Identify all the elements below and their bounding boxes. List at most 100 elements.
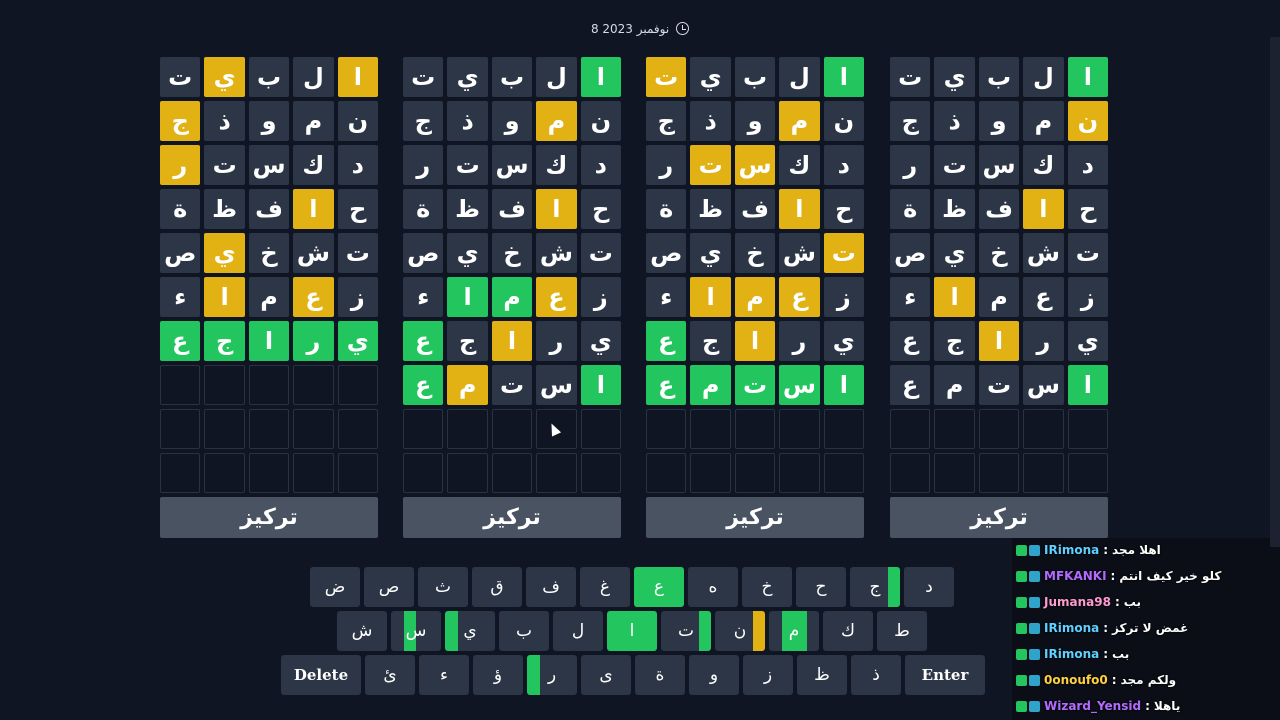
enter-key[interactable]: Enter	[905, 655, 985, 695]
guess-row: يراجع	[646, 321, 864, 361]
chat-text: ياهلا	[1153, 699, 1181, 713]
guess-row: دكستر	[403, 145, 621, 185]
guess-row	[646, 453, 864, 493]
letter-key[interactable]: ظ	[797, 655, 847, 695]
letter-key[interactable]: ق	[472, 567, 522, 607]
letter-tile: م	[934, 365, 975, 405]
chat-username[interactable]: IRimona	[1044, 647, 1099, 661]
focus-button[interactable]: تركيز	[646, 497, 864, 538]
letter-key[interactable]: ع	[634, 567, 684, 607]
letter-tile: ت	[734, 365, 776, 405]
letter-key[interactable]: ج	[850, 567, 900, 607]
chat-overlay: IRimona: اهلا مجد MFKANKI: كلو خير كيف انتم…	[1012, 538, 1280, 720]
letter-key[interactable]: ء	[419, 655, 469, 695]
letter-tile: ا	[447, 277, 488, 317]
letter-key[interactable]: ز	[743, 655, 793, 695]
letter-key[interactable]: ا	[607, 611, 657, 651]
letter-key[interactable]: ن	[715, 611, 765, 651]
letter-key[interactable]: ح	[796, 567, 846, 607]
letter-tile: ت	[646, 57, 687, 97]
letter-tile: ع	[1023, 277, 1064, 317]
letter-tile: خ	[734, 233, 776, 273]
letter-tile: ص	[890, 233, 931, 273]
letter-tile: خ	[491, 233, 533, 273]
letter-key[interactable]: ة	[635, 655, 685, 695]
chat-username[interactable]: IRimona	[1044, 621, 1099, 635]
letter-key[interactable]: ث	[418, 567, 468, 607]
letter-key[interactable]: ي	[445, 611, 495, 651]
letter-key[interactable]: ط	[877, 611, 927, 651]
letter-key[interactable]: ل	[553, 611, 603, 651]
letter-tile: م	[536, 101, 577, 141]
letter-tile: ظ	[690, 189, 731, 229]
letter-tile: و	[978, 101, 1020, 141]
focus-button[interactable]: تركيز	[890, 497, 1108, 538]
guess-row: نموذج	[646, 101, 864, 141]
delete-key[interactable]: Delete	[281, 655, 361, 695]
letter-key[interactable]: ص	[364, 567, 414, 607]
letter-tile: ف	[978, 189, 1020, 229]
chat-username[interactable]: MFKANKI	[1044, 569, 1107, 583]
letter-tile: د	[1067, 145, 1108, 185]
empty-tile	[580, 453, 621, 493]
guess-row: نموذج	[890, 101, 1108, 141]
letter-key[interactable]: ت	[661, 611, 711, 651]
letter-key[interactable]: س	[391, 611, 441, 651]
badge-icons	[1016, 648, 1040, 660]
letter-key[interactable]: غ	[580, 567, 630, 607]
letter-tile: ظ	[204, 189, 245, 229]
empty-tile	[779, 453, 820, 493]
guess-row	[403, 409, 621, 449]
letter-key[interactable]: ؤ	[473, 655, 523, 695]
letter-key[interactable]: ب	[499, 611, 549, 651]
letter-key[interactable]: ه	[688, 567, 738, 607]
letter-tile: ا	[978, 321, 1020, 361]
focus-button[interactable]: تركيز	[160, 497, 378, 538]
letter-tile: س	[1023, 365, 1064, 405]
empty-tile	[248, 409, 290, 449]
letter-tile: ذ	[690, 101, 731, 141]
letter-tile: ا	[934, 277, 975, 317]
letter-key[interactable]: ف	[526, 567, 576, 607]
letter-key[interactable]: ك	[823, 611, 873, 651]
letter-key[interactable]: ش	[337, 611, 387, 651]
guess-row: يراجع	[160, 321, 378, 361]
letter-key[interactable]: ئ	[365, 655, 415, 695]
empty-tile	[337, 365, 378, 405]
empty-tile	[447, 409, 488, 449]
letter-key[interactable]: ذ	[851, 655, 901, 695]
letter-tile: ي	[447, 233, 488, 273]
letter-key[interactable]: خ	[742, 567, 792, 607]
letter-tile: ة	[403, 189, 444, 229]
letter-tile: ي	[337, 321, 378, 361]
letter-tile: ر	[1023, 321, 1064, 361]
letter-tile: ل	[1023, 57, 1064, 97]
letter-tile: ش	[536, 233, 577, 273]
letter-key[interactable]: و	[689, 655, 739, 695]
scrollbar[interactable]	[1270, 37, 1280, 547]
empty-tile	[248, 453, 290, 493]
chat-username[interactable]: IRimona	[1044, 543, 1099, 557]
letter-key[interactable]: د	[904, 567, 954, 607]
guess-row: تشخيص	[890, 233, 1108, 273]
letter-tile: ا	[248, 321, 290, 361]
letter-tile: ر	[646, 145, 687, 185]
focus-button[interactable]: تركيز	[403, 497, 621, 538]
letter-tile: ت	[491, 365, 533, 405]
letter-tile: ف	[491, 189, 533, 229]
letter-tile: ش	[1023, 233, 1064, 273]
empty-tile	[1023, 409, 1064, 449]
chat-username[interactable]: Wizard_Yensid	[1044, 699, 1141, 713]
keyboard-row3: Enter ذ ظ ز و ة ى ر ؤ ء ئ Delete	[281, 655, 985, 695]
chat-message: Wizard_Yensid: ياهلا	[1016, 694, 1180, 718]
letter-key[interactable]: ض	[310, 567, 360, 607]
letter-key[interactable]: م	[769, 611, 819, 651]
letter-key[interactable]: ر	[527, 655, 577, 695]
chat-username[interactable]: Jumana98	[1044, 595, 1111, 609]
chat-message: IRimona: غمض لا تركز	[1016, 616, 1188, 640]
empty-tile	[690, 453, 731, 493]
letter-tile: ص	[646, 233, 687, 273]
letter-tile: ة	[160, 189, 201, 229]
chat-username[interactable]: 0onoufo0	[1044, 673, 1108, 687]
letter-key[interactable]: ى	[581, 655, 631, 695]
